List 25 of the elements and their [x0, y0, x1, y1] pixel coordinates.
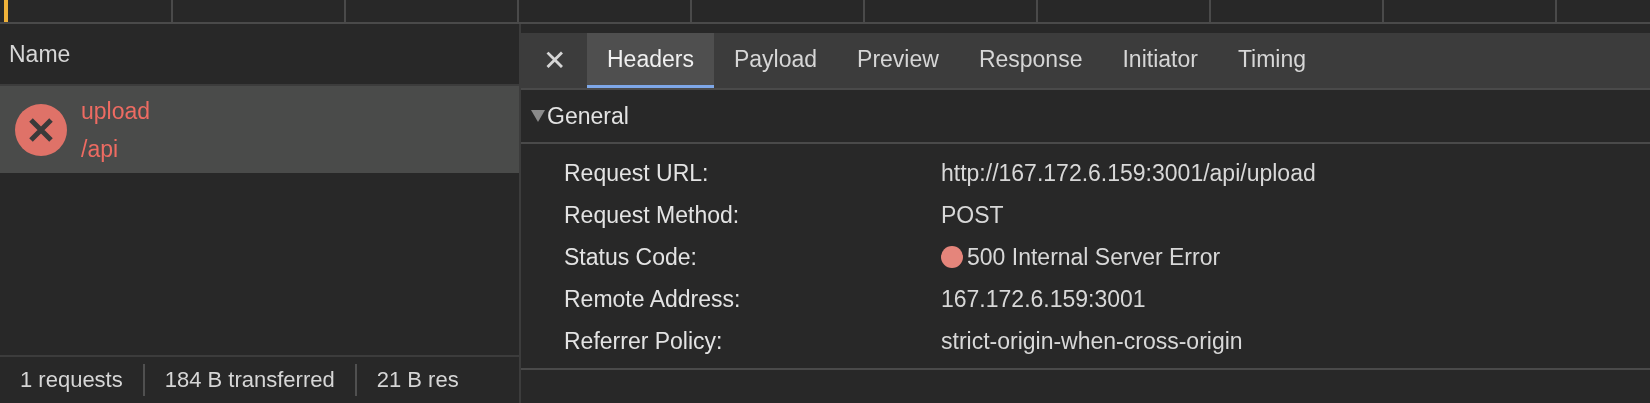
tab[interactable]: Response	[958, 33, 1103, 88]
header-label: Request URL:	[563, 158, 710, 188]
header-value: POST	[941, 200, 1004, 230]
request-path: /api	[81, 134, 120, 164]
header-value: http://167.172.6.159:3001/api/upload	[941, 158, 1316, 188]
header-value: 167.172.6.159:3001	[941, 284, 1146, 314]
header-label: Remote Address:	[563, 284, 742, 314]
header-label: Referrer Policy:	[563, 326, 724, 356]
playhead-marker	[4, 0, 8, 22]
error-icon	[15, 103, 67, 156]
request-name: upload	[81, 96, 151, 126]
tab[interactable]: Preview	[837, 33, 959, 88]
header-value: 500 Internal Server Error	[967, 242, 1221, 272]
header-value: strict-origin-when-cross-origin	[941, 326, 1243, 356]
header-label: Status Code:	[563, 242, 698, 272]
summary-text: 1 requests	[0, 364, 145, 396]
tab[interactable]: Headers	[587, 33, 714, 88]
close-button[interactable]: ✕	[521, 33, 587, 88]
summary-text: 21 B res	[375, 366, 460, 394]
tab[interactable]: Payload	[713, 33, 838, 88]
header-label: Request Method:	[563, 200, 741, 230]
tab[interactable]: Initiator	[1102, 33, 1218, 88]
summary-text: 184 B transferred	[144, 364, 357, 396]
tab[interactable]: Timing	[1217, 33, 1327, 88]
triangle-icon	[531, 109, 545, 123]
